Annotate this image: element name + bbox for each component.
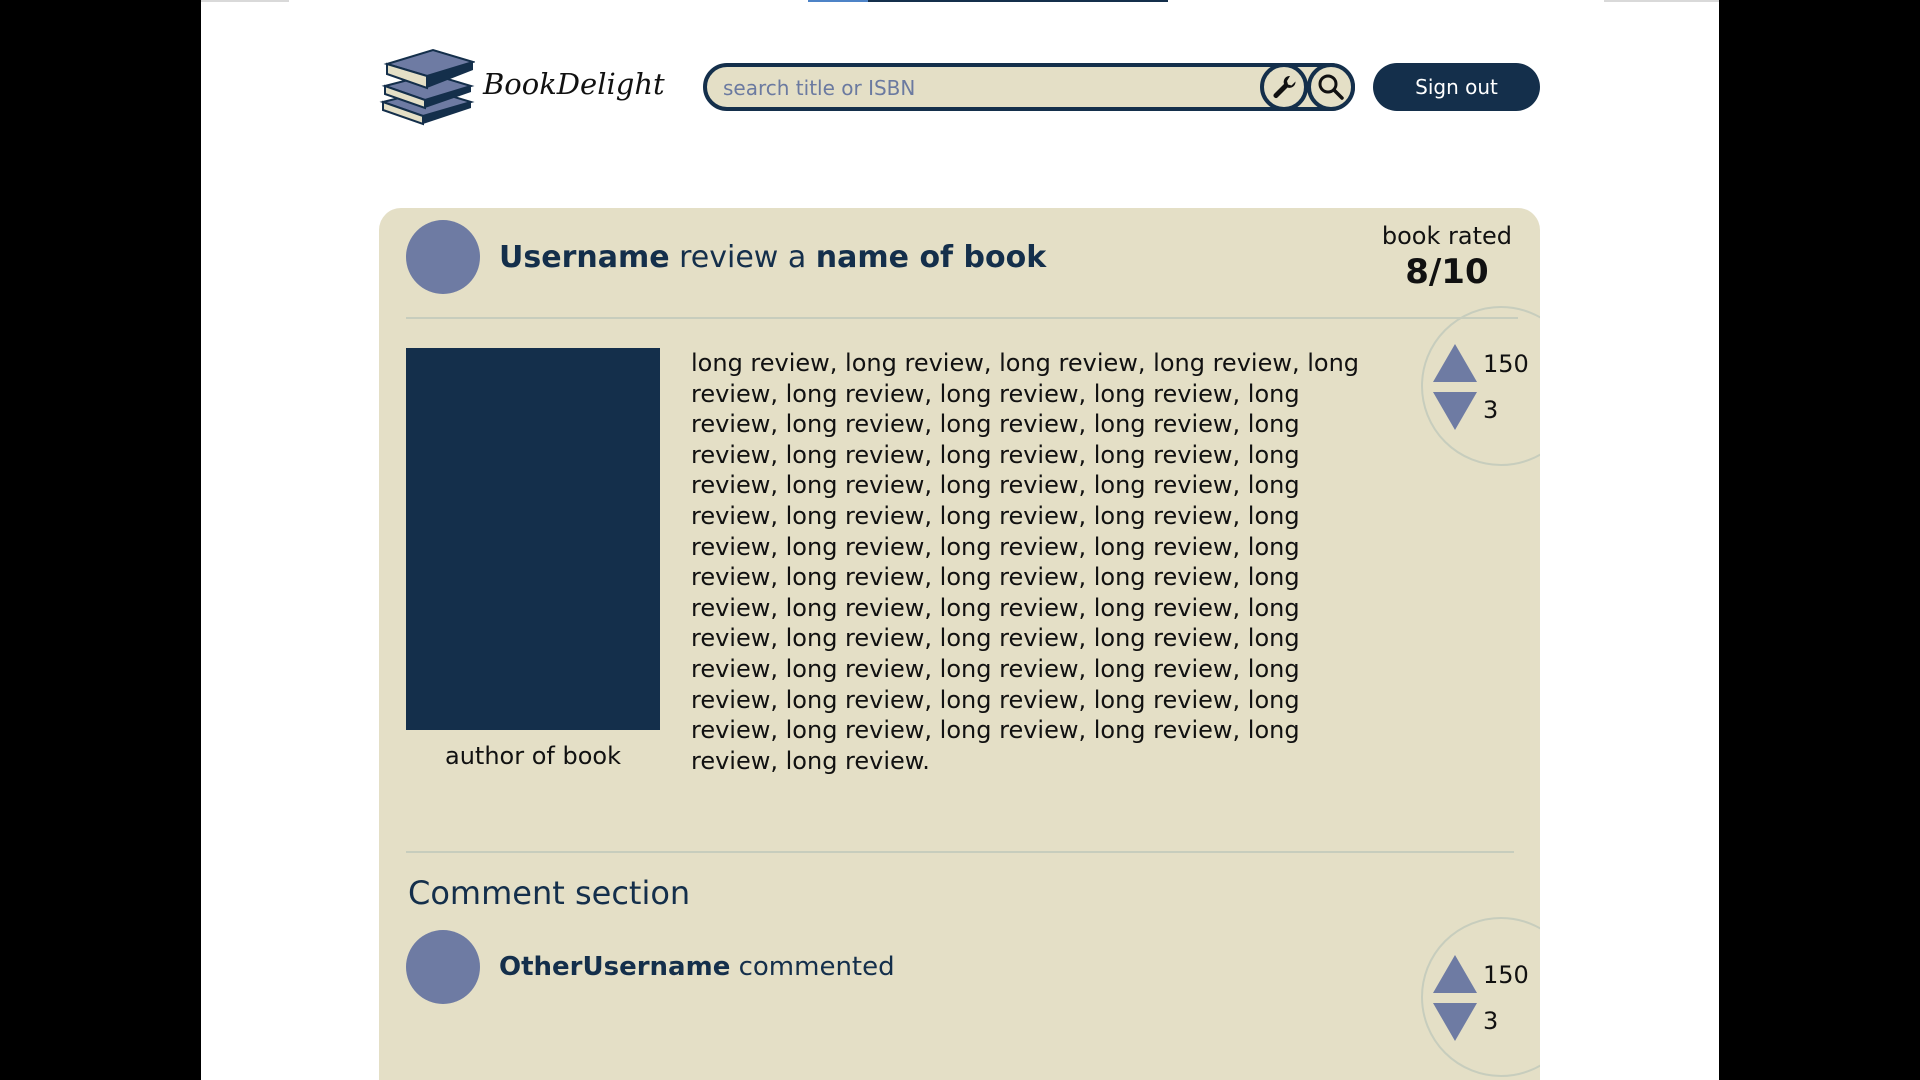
search-button[interactable]: [1307, 63, 1355, 111]
top-divider: [201, 0, 289, 2]
comment-section-title: Comment section: [408, 874, 691, 912]
comment-upvote-button[interactable]: [1433, 955, 1477, 993]
reviewer-username[interactable]: Username: [499, 240, 670, 275]
review-verb: review a: [669, 240, 816, 275]
comment-downvote-button[interactable]: [1433, 1003, 1477, 1041]
books-logo-icon: [379, 48, 475, 126]
logo-text: BookDelight: [483, 67, 665, 101]
comment-vote-widget: 150 3: [1421, 917, 1540, 1077]
review-vote-widget: 150 3: [1421, 306, 1540, 466]
commenter-avatar[interactable]: [406, 930, 480, 1004]
comment-header: OtherUsername commented: [499, 952, 895, 982]
top-divider: [808, 0, 868, 2]
wrench-icon: [1273, 75, 1296, 98]
rating-value: 8/10: [1405, 252, 1489, 292]
review-card: Username review a name of book book rate…: [379, 208, 1540, 1080]
top-divider: [1604, 0, 1719, 2]
divider: [406, 851, 1514, 853]
comment-downvote-count: 3: [1483, 1007, 1499, 1035]
downvote-button[interactable]: [1433, 392, 1477, 430]
review-title: Username review a name of book: [499, 240, 1046, 275]
search-bar: [703, 63, 1355, 111]
logo[interactable]: BookDelight: [379, 46, 665, 128]
avatar[interactable]: [406, 220, 480, 294]
book-rating: book rated 8/10: [1382, 222, 1512, 292]
sign-out-button[interactable]: Sign out: [1373, 63, 1540, 111]
review-text: long review, long review, long review, l…: [691, 349, 1360, 775]
divider: [406, 317, 1518, 319]
advanced-search-button[interactable]: [1260, 63, 1308, 111]
downvote-count: 3: [1483, 396, 1499, 424]
commenter-username[interactable]: OtherUsername: [499, 952, 730, 982]
top-divider: [868, 0, 1168, 2]
search-icon: [1318, 74, 1344, 100]
page: BookDelight Sign out Username review a n…: [201, 0, 1719, 1080]
book-cover[interactable]: [406, 348, 660, 730]
upvote-count: 150: [1483, 350, 1529, 378]
book-author: author of book: [445, 742, 621, 770]
upvote-button[interactable]: [1433, 344, 1477, 382]
comment-upvote-count: 150: [1483, 961, 1529, 989]
comment-action: commented: [730, 952, 895, 982]
book-name[interactable]: name of book: [816, 240, 1046, 275]
search-input[interactable]: [723, 73, 1243, 103]
rating-label: book rated: [1381, 222, 1512, 250]
